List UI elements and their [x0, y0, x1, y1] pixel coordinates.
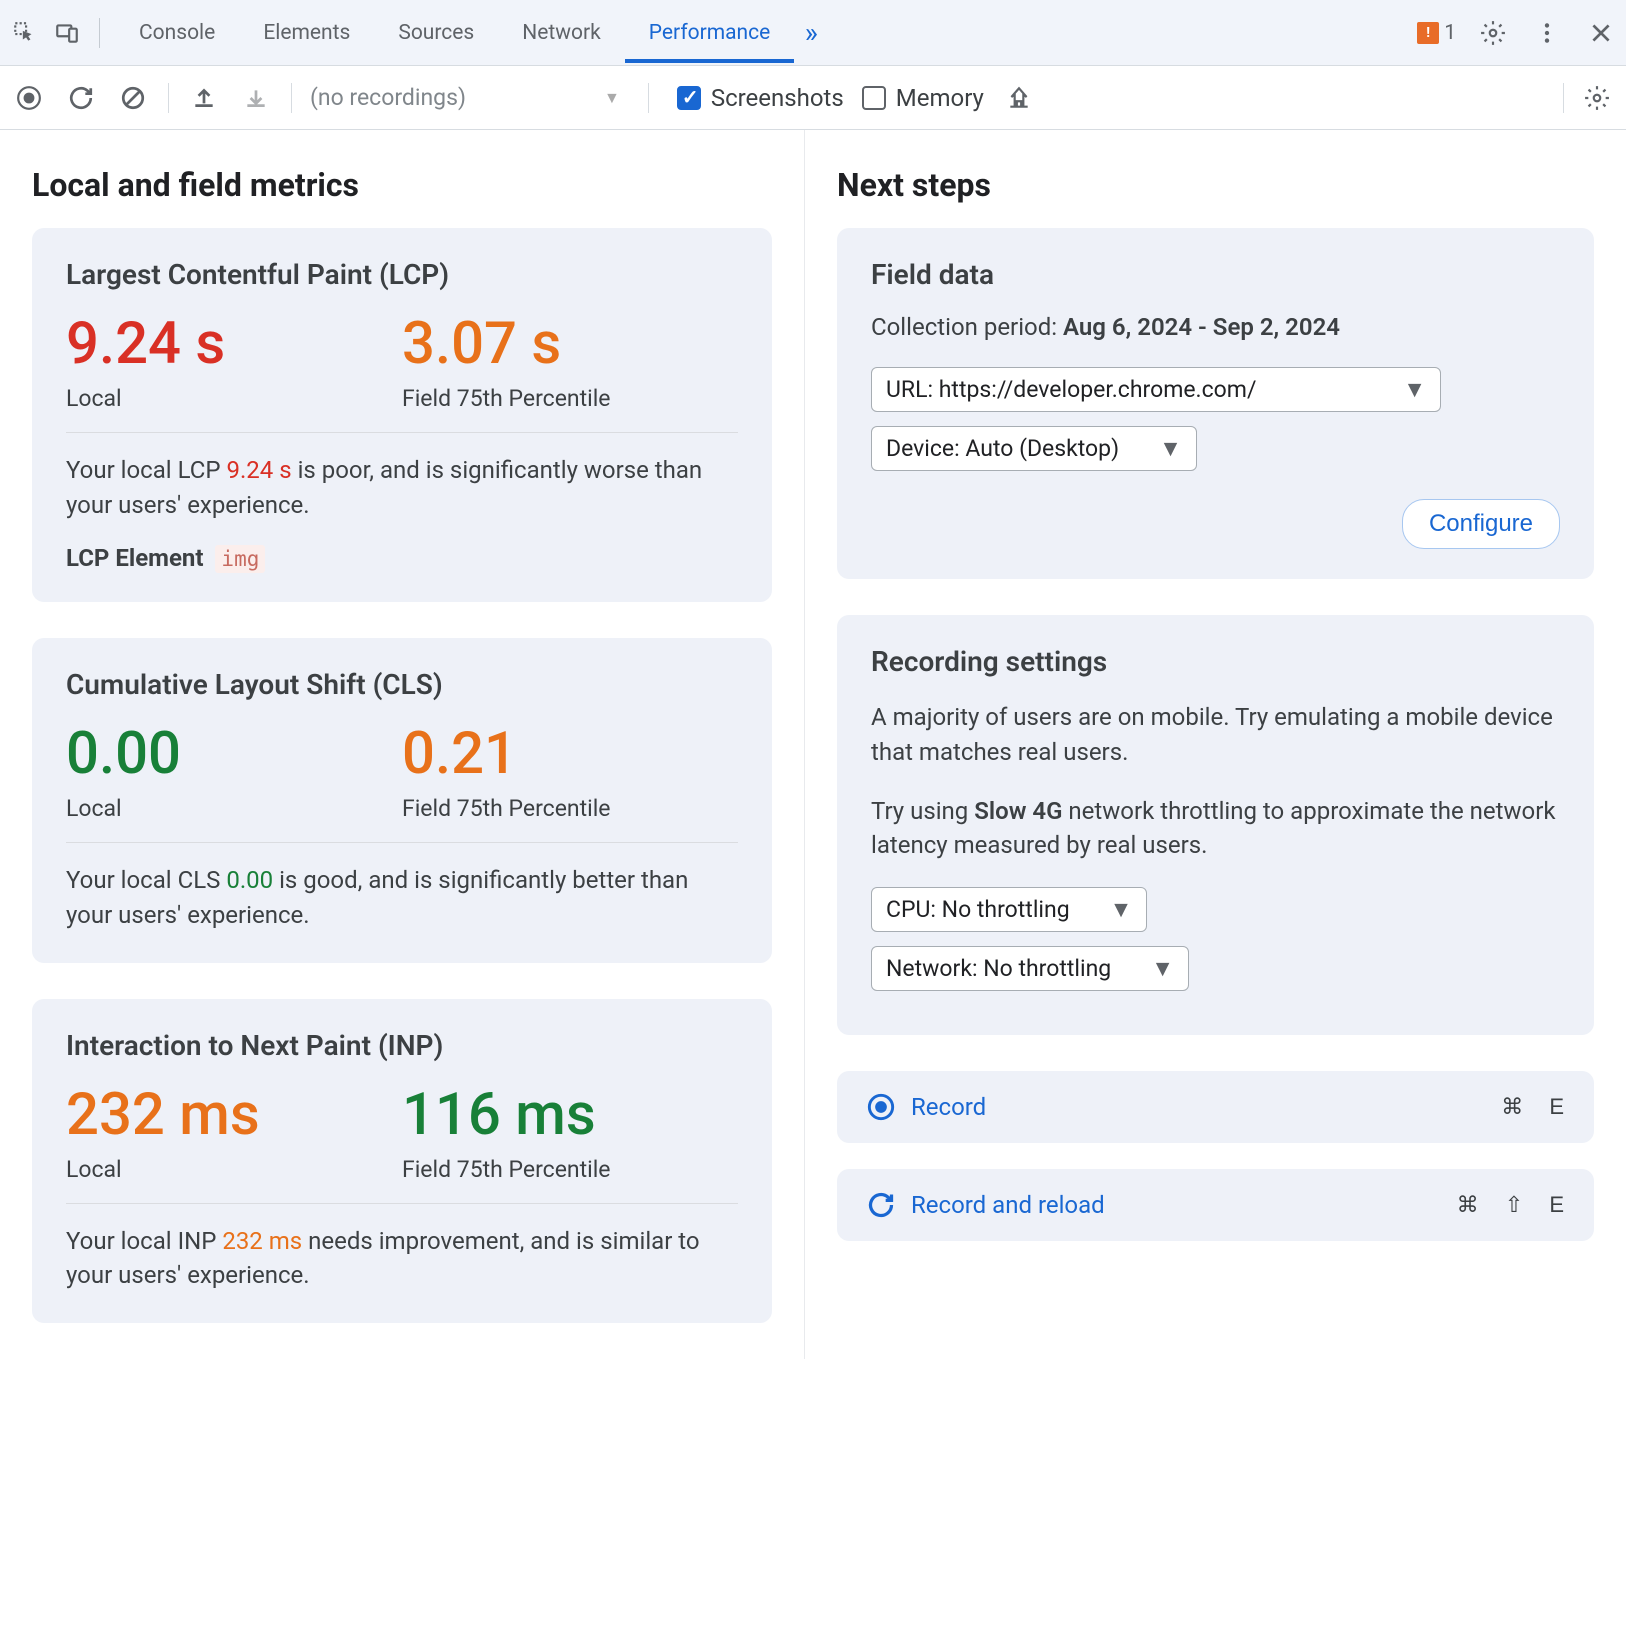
inp-field-label: Field 75th Percentile [402, 1156, 738, 1183]
lcp-local-value: 9.24 s [66, 313, 402, 377]
tab-console[interactable]: Console [115, 3, 239, 63]
device-toggle-icon[interactable] [50, 16, 84, 50]
memory-label: Memory [896, 84, 984, 112]
record-button[interactable]: Record [867, 1093, 986, 1121]
record-shortcut: ⌘ E [1501, 1094, 1564, 1120]
reload-icon[interactable] [64, 81, 98, 115]
inp-field-value: 116 ms [402, 1084, 738, 1148]
inspect-element-icon[interactable] [8, 16, 42, 50]
screenshots-checkbox[interactable]: Screenshots [677, 84, 844, 112]
tab-performance[interactable]: Performance [625, 3, 794, 63]
tab-elements[interactable]: Elements [239, 3, 374, 63]
cpu-throttling-select[interactable]: CPU: No throttling▼ [871, 887, 1147, 932]
reload-icon [867, 1191, 895, 1219]
inp-card: Interaction to Next Paint (INP) 232 ms L… [32, 999, 772, 1323]
lcp-title: Largest Contentful Paint (LCP) [66, 258, 738, 291]
recording-mobile-hint: A majority of users are on mobile. Try e… [871, 700, 1560, 770]
performance-toolbar: (no recordings) ▼ Screenshots Memory [0, 66, 1626, 130]
lcp-description: Your local LCP 9.24 s is poor, and is si… [66, 453, 738, 523]
field-data-card: Field data Collection period: Aug 6, 202… [837, 228, 1594, 579]
divider [99, 18, 100, 48]
divider [168, 83, 169, 113]
warning-icon: ! [1417, 22, 1439, 44]
lcp-field-value: 3.07 s [402, 313, 738, 377]
cls-title: Cumulative Layout Shift (CLS) [66, 668, 738, 701]
screenshots-label: Screenshots [711, 84, 844, 112]
divider [291, 83, 292, 113]
lcp-local-label: Local [66, 385, 402, 412]
chevron-down-icon: ▼ [1403, 376, 1426, 403]
recording-settings-card: Recording settings A majority of users a… [837, 615, 1594, 1035]
record-reload-shortcut: ⌘ ⇧ E [1457, 1192, 1564, 1218]
lcp-element-row: LCP Element img [66, 544, 738, 572]
inp-title: Interaction to Next Paint (INP) [66, 1029, 738, 1062]
upload-icon[interactable] [187, 81, 221, 115]
field-data-title: Field data [871, 258, 1560, 291]
cls-card: Cumulative Layout Shift (CLS) 0.00 Local… [32, 638, 772, 962]
recording-throttling-hint: Try using Slow 4G network throttling to … [871, 794, 1560, 864]
record-action-card: Record ⌘ E [837, 1071, 1594, 1143]
record-circle-icon [867, 1093, 895, 1121]
kebab-menu-icon[interactable] [1530, 16, 1564, 50]
lcp-card: Largest Contentful Paint (LCP) 9.24 s Lo… [32, 228, 772, 602]
checkbox-checked-icon [677, 86, 701, 110]
settings-gear-icon[interactable] [1476, 16, 1510, 50]
url-select[interactable]: URL: https://developer.chrome.com/▼ [871, 367, 1441, 412]
right-heading: Next steps [837, 166, 1594, 204]
chevron-down-icon: ▼ [1151, 955, 1174, 982]
chevron-down-icon: ▼ [1110, 896, 1133, 923]
warning-count: 1 [1444, 21, 1456, 45]
record-reload-action-card: Record and reload ⌘ ⇧ E [837, 1169, 1594, 1241]
inp-local-label: Local [66, 1156, 402, 1183]
devtools-tabbar: Console Elements Sources Network Perform… [0, 0, 1626, 66]
cls-description: Your local CLS 0.00 is good, and is sign… [66, 863, 738, 933]
more-tabs-icon[interactable]: » [794, 16, 828, 50]
record-icon[interactable] [12, 81, 46, 115]
network-throttling-select[interactable]: Network: No throttling▼ [871, 946, 1189, 991]
download-icon[interactable] [239, 81, 273, 115]
cls-local-label: Local [66, 795, 402, 822]
tab-network[interactable]: Network [498, 3, 625, 63]
clear-icon[interactable] [116, 81, 150, 115]
cls-local-value: 0.00 [66, 723, 402, 787]
inp-local-value: 232 ms [66, 1084, 402, 1148]
cls-field-value: 0.21 [402, 723, 738, 787]
panel-settings-gear-icon[interactable] [1580, 81, 1614, 115]
divider [1563, 83, 1564, 113]
garbage-collect-icon[interactable] [1002, 81, 1036, 115]
recording-settings-title: Recording settings [871, 645, 1560, 678]
recordings-dropdown-chevron[interactable]: ▼ [604, 88, 620, 108]
recordings-dropdown-label: (no recordings) [310, 84, 466, 111]
lcp-field-label: Field 75th Percentile [402, 385, 738, 412]
cls-field-label: Field 75th Percentile [402, 795, 738, 822]
configure-button[interactable]: Configure [1402, 499, 1560, 549]
collection-period: Collection period: Aug 6, 2024 - Sep 2, … [871, 313, 1560, 341]
left-heading: Local and field metrics [32, 166, 772, 204]
warning-badge[interactable]: ! 1 [1417, 21, 1456, 45]
memory-checkbox[interactable]: Memory [862, 84, 984, 112]
checkbox-unchecked-icon [862, 86, 886, 110]
tab-sources[interactable]: Sources [374, 3, 498, 63]
close-icon[interactable] [1584, 16, 1618, 50]
device-select[interactable]: Device: Auto (Desktop)▼ [871, 426, 1197, 471]
lcp-element-link[interactable]: img [215, 545, 265, 573]
record-reload-button[interactable]: Record and reload [867, 1191, 1105, 1219]
inp-description: Your local INP 232 ms needs improvement,… [66, 1224, 738, 1294]
chevron-down-icon: ▼ [1159, 435, 1182, 462]
divider [648, 83, 649, 113]
